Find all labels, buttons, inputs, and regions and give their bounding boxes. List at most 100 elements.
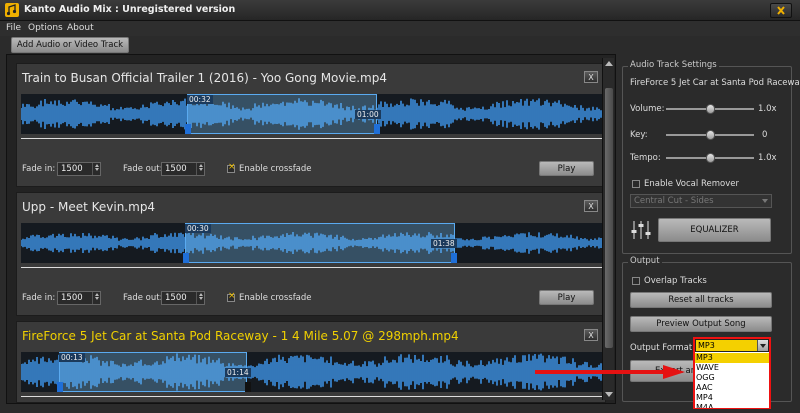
start-handle[interactable] — [183, 253, 189, 263]
fade-out-stepper[interactable]: 1500 — [161, 291, 205, 305]
chevron-down-icon — [762, 199, 768, 203]
crossfade-checkbox[interactable] — [227, 291, 236, 302]
end-time-label: 01:38 — [431, 239, 457, 248]
stepper-arrows-icon[interactable] — [92, 163, 100, 175]
volume-knob[interactable] — [706, 104, 715, 114]
fade-in-label: Fade in: — [22, 293, 56, 303]
audio-settings-title: Audio Track Settings — [628, 60, 719, 70]
start-time-label: 00:32 — [187, 95, 213, 104]
chevron-down-icon[interactable] — [757, 340, 768, 351]
end-handle[interactable] — [245, 382, 251, 392]
key-knob[interactable] — [706, 130, 715, 140]
play-button[interactable]: Play — [539, 161, 594, 176]
fade-in-stepper[interactable]: 1500 — [57, 162, 101, 176]
key-value: 0 — [762, 130, 768, 140]
output-format-dropdown[interactable]: MP3 MP3 WAVE OGG AAC MP4 M4A — [693, 337, 771, 409]
menu-about[interactable]: About — [67, 23, 94, 33]
menu-options[interactable]: Options — [28, 23, 63, 33]
volume-slider[interactable] — [666, 104, 754, 114]
fade-in-stepper[interactable]: 1500 — [57, 291, 101, 305]
menu-file[interactable]: File — [6, 23, 21, 33]
stepper-arrows-icon[interactable] — [196, 163, 204, 175]
crossfade-checkbox[interactable] — [227, 162, 236, 173]
fade-out-value: 1500 — [165, 293, 187, 303]
tracks-scrollbar[interactable] — [602, 58, 614, 400]
timeline — [21, 267, 603, 268]
waveform[interactable]: 00:32 01:00 — [21, 94, 603, 134]
selection-region[interactable] — [187, 94, 377, 134]
fade-out-value: 1500 — [165, 164, 187, 174]
scroll-up-icon[interactable] — [605, 61, 613, 66]
window-title: Kanto Audio Mix : Unregistered version — [24, 4, 236, 15]
fade-out-label: Fade out: — [123, 164, 163, 174]
title-bar: Kanto Audio Mix : Unregistered version — [0, 0, 800, 21]
fade-in-value: 1500 — [61, 164, 83, 174]
output-title: Output — [628, 256, 662, 266]
crossfade-label: Enable crossfade — [239, 164, 312, 174]
equalizer-icon — [631, 221, 651, 239]
end-time-label: 01:14 — [225, 368, 251, 377]
start-handle[interactable] — [185, 124, 191, 134]
fade-in-label: Fade in: — [22, 164, 56, 174]
tracks-area: Train to Busan Official Trailer 1 (2016)… — [6, 54, 616, 404]
start-time-label: 00:30 — [185, 224, 211, 233]
fade-in-value: 1500 — [61, 293, 83, 303]
format-option-wave[interactable]: WAVE — [695, 363, 769, 373]
red-arrow-icon — [535, 365, 685, 379]
fade-out-label: Fade out: — [123, 293, 163, 303]
vocal-remover-checkbox[interactable] — [632, 180, 640, 188]
waveform[interactable]: 00:13 01:14 — [21, 352, 603, 392]
end-time-label: 01:00 — [355, 110, 381, 119]
format-option-m4a[interactable]: M4A — [695, 403, 769, 408]
fade-out-stepper[interactable]: 1500 — [161, 162, 205, 176]
selected-track-name: FireForce 5 Jet Car at Santa Pod Raceway — [630, 78, 800, 88]
format-option-aac[interactable]: AAC — [695, 383, 769, 393]
track-title: FireForce 5 Jet Car at Santa Pod Raceway… — [22, 329, 459, 343]
stepper-arrows-icon[interactable] — [92, 292, 100, 304]
overlap-tracks-checkbox[interactable] — [632, 277, 640, 285]
format-option-ogg[interactable]: OGG — [695, 373, 769, 383]
play-button[interactable]: Play — [539, 290, 594, 305]
output-format-label: Output Format: — [630, 343, 696, 353]
tempo-slider[interactable] — [666, 153, 754, 163]
equalizer-button[interactable]: EQUALIZER — [658, 218, 771, 242]
preview-output-button[interactable]: Preview Output Song — [630, 316, 772, 332]
scroll-down-icon[interactable] — [605, 392, 613, 397]
overlap-tracks-label: Overlap Tracks — [644, 276, 707, 286]
output-format-select[interactable]: MP3 — [695, 339, 769, 352]
remove-track-button[interactable]: X — [584, 200, 598, 212]
track-title: Train to Busan Official Trailer 1 (2016)… — [22, 71, 387, 85]
waveform[interactable]: 00:30 01:38 — [21, 223, 603, 263]
crossfade-label: Enable crossfade — [239, 293, 312, 303]
selection-region[interactable] — [185, 223, 455, 263]
window-close-button[interactable] — [770, 3, 792, 18]
format-option-mp3[interactable]: MP3 — [695, 353, 769, 363]
key-slider[interactable] — [666, 130, 754, 140]
selection-region[interactable] — [59, 352, 247, 392]
scroll-thumb[interactable] — [605, 88, 613, 348]
track-panel-active: FireForce 5 Jet Car at Santa Pod Raceway… — [16, 321, 606, 403]
track-title: Upp - Meet Kevin.mp4 — [22, 200, 156, 214]
start-handle[interactable] — [57, 382, 63, 392]
menu-bar: File Options About — [0, 21, 800, 36]
reset-tracks-button[interactable]: Reset all tracks — [630, 292, 772, 308]
tempo-knob[interactable] — [706, 153, 715, 163]
volume-label: Volume: — [630, 104, 665, 114]
vocal-remover-label: Enable Vocal Remover — [644, 179, 739, 189]
end-handle[interactable] — [374, 124, 380, 134]
timeline — [21, 396, 603, 397]
add-track-button[interactable]: Add Audio or Video Track — [11, 37, 129, 53]
stepper-arrows-icon[interactable] — [196, 292, 204, 304]
remove-track-button[interactable]: X — [584, 71, 598, 83]
remove-track-button[interactable]: X — [584, 329, 598, 341]
vocal-mode-value: Central Cut - Sides — [634, 196, 714, 206]
format-option-mp4[interactable]: MP4 — [695, 393, 769, 403]
timeline — [21, 138, 603, 139]
vocal-mode-select[interactable]: Central Cut - Sides — [630, 194, 772, 208]
app-logo-icon — [5, 3, 19, 17]
output-format-value: MP3 — [698, 341, 715, 350]
end-handle[interactable] — [451, 253, 457, 263]
tempo-label: Tempo: — [630, 153, 661, 163]
key-label: Key: — [630, 130, 648, 140]
track-panel: Train to Busan Official Trailer 1 (2016)… — [16, 63, 606, 187]
